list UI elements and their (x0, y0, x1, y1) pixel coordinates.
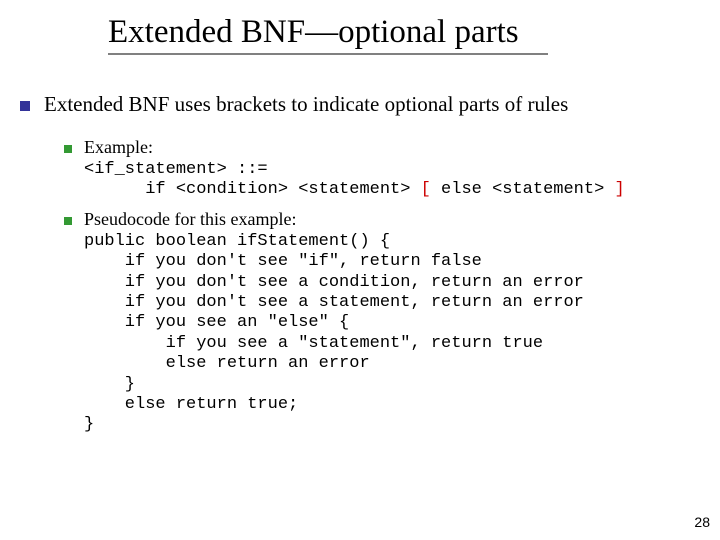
bullet-level1-text: Extended BNF uses brackets to indicate o… (44, 92, 568, 117)
slide: Extended BNF—optional parts Extended BNF… (0, 0, 720, 540)
bnf-code-block: <if_statement> ::= if <condition> <state… (84, 160, 700, 201)
title-container: Extended BNF—optional parts (108, 14, 519, 51)
code-line: <if_statement> ::= (84, 160, 268, 179)
example-label: Example: (84, 137, 153, 158)
bracket-close: ] (615, 180, 625, 199)
square-bullet-icon (20, 101, 30, 111)
title-underline (108, 53, 548, 55)
code-line-part: if <condition> <statement> (84, 180, 421, 199)
pseudocode-label: Pseudocode for this example: (84, 209, 296, 230)
bullet-level2-row: Pseudocode for this example: (64, 209, 700, 230)
page-number: 28 (694, 514, 710, 530)
square-bullet-icon (64, 217, 72, 225)
pseudocode-block: public boolean ifStatement() { if you do… (84, 232, 700, 436)
body-content: Extended BNF uses brackets to indicate o… (20, 92, 700, 444)
bracket-open: [ (421, 180, 431, 199)
square-bullet-icon (64, 145, 72, 153)
code-line-part: else <statement> (431, 180, 615, 199)
slide-title: Extended BNF—optional parts (108, 14, 519, 51)
bullet-level2-row: Example: (64, 137, 700, 158)
sublist: Example: <if_statement> ::= if <conditio… (64, 137, 700, 436)
bullet-level1-row: Extended BNF uses brackets to indicate o… (20, 92, 700, 117)
